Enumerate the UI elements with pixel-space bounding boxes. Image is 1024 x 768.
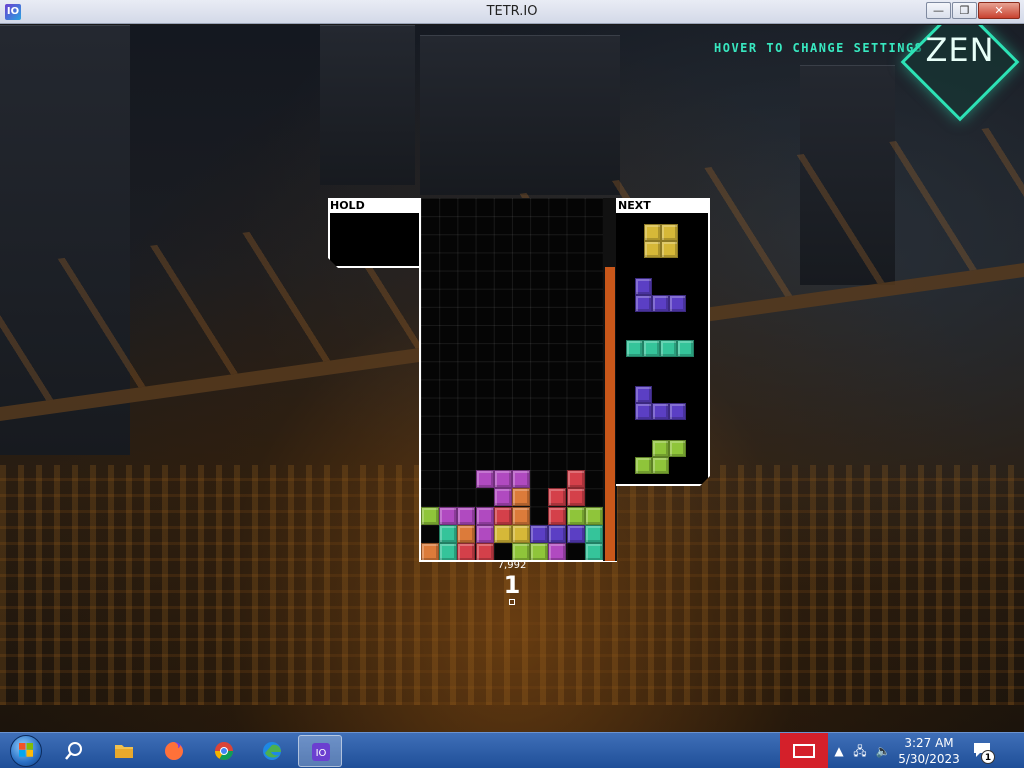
board-block-l: [512, 506, 530, 525]
board-block-s: [530, 542, 549, 561]
alert-icon: [793, 744, 815, 758]
file-explorer-icon: [114, 741, 134, 761]
game-area[interactable]: HOVER TO CHANGE SETTINGS ZEN HOLD NEXT 7…: [0, 25, 1024, 732]
chrome-icon: [214, 741, 234, 761]
clock-time: 3:27 AM: [904, 736, 954, 750]
score-value: 7,992: [497, 560, 527, 571]
network-icon[interactable]: 🖧: [851, 742, 869, 760]
show-hidden-icons-icon[interactable]: ▲: [830, 742, 848, 760]
board-block-z: [548, 488, 567, 507]
next-piece-o-block: [661, 241, 678, 258]
next-piece-s-block: [669, 440, 686, 457]
settings-hint[interactable]: HOVER TO CHANGE SETTINGS: [714, 41, 923, 55]
tetrio-taskbar-taskbar-button[interactable]: IO: [298, 735, 342, 767]
next-piece-o-block: [644, 241, 661, 258]
board-block-t: [493, 488, 512, 507]
next-piece-o-block: [661, 224, 678, 241]
edge-icon: [262, 741, 282, 761]
board-block-z: [475, 542, 494, 561]
edge-taskbar-button[interactable]: [250, 735, 294, 767]
board-block-i: [439, 542, 458, 561]
background-building: [320, 25, 415, 185]
board-block-i: [584, 524, 603, 543]
tray-alert-button[interactable]: [780, 733, 828, 768]
zen-mode-label[interactable]: ZEN: [908, 31, 1012, 69]
window-title: TETR.IO: [486, 4, 538, 19]
search-icon: [64, 741, 84, 761]
next-piece-j-block: [669, 295, 686, 312]
next-piece-j-block: [652, 295, 669, 312]
next-piece-s-block: [652, 440, 669, 457]
minimize-button[interactable]: —: [926, 2, 951, 19]
board-block-o: [493, 524, 512, 543]
clock-date: 5/30/2023: [898, 752, 960, 766]
board-block-j: [548, 524, 567, 543]
close-button[interactable]: ✕: [978, 2, 1020, 19]
next-piece-i-block: [626, 340, 643, 357]
next-label: NEXT: [616, 199, 710, 213]
next-piece-i-block: [660, 340, 677, 357]
next-piece-j-block: [652, 403, 669, 420]
board-block-t: [493, 470, 512, 489]
garbage-meter-fill: [605, 267, 615, 561]
next-piece-j-block: [635, 403, 652, 420]
board-block-z: [493, 506, 512, 525]
game-board[interactable]: [421, 198, 603, 561]
board-block-z: [566, 470, 585, 489]
next-piece-j-block: [635, 386, 652, 403]
board-block-t: [475, 506, 494, 525]
start-button[interactable]: [4, 733, 44, 768]
board-block-t: [439, 506, 458, 525]
next-piece-j-block: [669, 403, 686, 420]
windows-logo-icon: [19, 743, 33, 757]
board-block-t: [475, 470, 494, 489]
tetrio-taskbar-icon: IO: [311, 742, 331, 762]
next-piece-i-block: [677, 340, 694, 357]
hold-label: HOLD: [328, 199, 421, 213]
clock[interactable]: 3:27 AM 5/30/2023: [893, 735, 965, 767]
next-piece-j-block: [635, 295, 652, 312]
board-block-t: [548, 542, 567, 561]
board-block-j: [566, 524, 585, 543]
lines-cleared-value: 1: [503, 571, 521, 599]
file-explorer-taskbar-button[interactable]: [102, 735, 146, 767]
next-piece-j-block: [635, 278, 652, 295]
lines-unit-icon: [509, 599, 515, 605]
board-block-z: [566, 488, 585, 507]
background-building: [420, 35, 620, 195]
board-block-t: [512, 470, 530, 489]
volume-muted-icon[interactable]: 🔈: [874, 742, 892, 760]
search-taskbar-button[interactable]: [52, 735, 96, 767]
maximize-button[interactable]: ❐: [952, 2, 977, 19]
board-block-t: [457, 506, 476, 525]
window-titlebar[interactable]: IO TETR.IO — ❐ ✕: [0, 0, 1024, 24]
board-block-s: [512, 542, 530, 561]
svg-text:IO: IO: [316, 748, 327, 759]
next-piece-s-block: [635, 457, 652, 474]
firefox-icon: [164, 741, 184, 761]
board-block-i: [584, 542, 603, 561]
taskbar: IO ▲ 🖧 🔈 3:27 AM 5/30/2023 1: [0, 732, 1024, 768]
board-block-z: [548, 506, 567, 525]
next-piece-s-block: [652, 457, 669, 474]
board-block-j: [530, 524, 549, 543]
board-block-o: [512, 524, 530, 543]
next-queue-panel: [616, 198, 710, 486]
board-block-l: [457, 524, 476, 543]
firefox-taskbar-button[interactable]: [152, 735, 196, 767]
board-block-s: [421, 506, 439, 525]
board-block-l: [421, 542, 439, 561]
board-block-l: [512, 488, 530, 507]
board-block-z: [457, 542, 476, 561]
board-block-s: [584, 506, 603, 525]
next-piece-i-block: [643, 340, 660, 357]
board-block-s: [566, 506, 585, 525]
notification-count-badge: 1: [981, 750, 995, 764]
chrome-taskbar-button[interactable]: [202, 735, 246, 767]
board-block-t: [475, 524, 494, 543]
next-piece-o-block: [644, 224, 661, 241]
board-block-i: [439, 524, 458, 543]
